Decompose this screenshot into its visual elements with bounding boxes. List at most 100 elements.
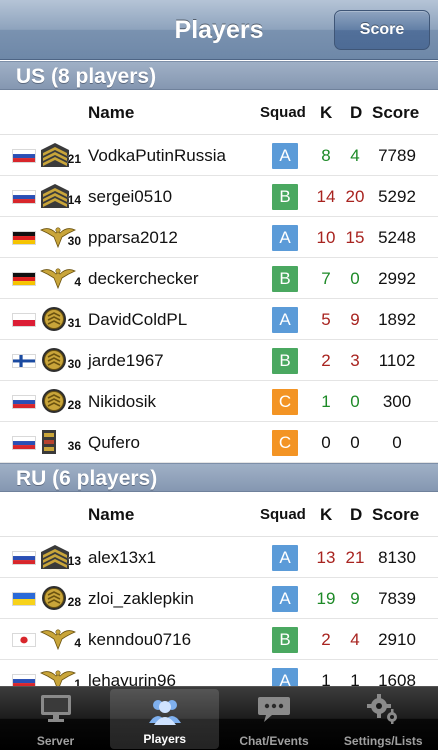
squad-badge: A — [272, 307, 298, 333]
tab-bar: Server Players Chat/Events Settings/List… — [0, 686, 438, 750]
squad-badge: A — [272, 143, 298, 169]
rank-number: 28 — [67, 595, 81, 609]
column-score: Score — [372, 103, 420, 122]
player-row[interactable]: 1 lehayurin96 A 1 1 1608 — [0, 660, 438, 686]
rank-number: 4 — [74, 275, 81, 289]
score-button[interactable]: Score — [334, 10, 430, 50]
deaths-value: 0 — [350, 433, 360, 452]
squad-badge: A — [272, 545, 298, 571]
deaths-value: 4 — [350, 146, 360, 165]
rank-number: 28 — [67, 398, 81, 412]
kills-value: 0 — [321, 433, 331, 452]
tab-chat-events[interactable]: Chat/Events — [220, 687, 329, 750]
section-header: RU (6 players) — [0, 463, 438, 492]
kills-value: 5 — [321, 310, 331, 329]
player-name: lehayurin96 — [88, 671, 176, 686]
section-header: US (8 players) — [0, 61, 438, 90]
rank-badge: 4 — [40, 626, 82, 652]
flag-ru-icon — [12, 436, 36, 450]
player-row[interactable]: 4 kenndou0716 B 2 4 2910 — [0, 619, 438, 660]
flag-jp-icon — [12, 633, 36, 647]
flag-ru-icon — [12, 149, 36, 163]
tab-settings-lists[interactable]: Settings/Lists — [329, 687, 438, 750]
tab-label: Chat/Events — [239, 734, 309, 748]
rank-badge: 28 — [40, 585, 82, 611]
rank-number: 31 — [67, 316, 81, 330]
player-name: pparsa2012 — [88, 228, 178, 247]
player-row[interactable]: 14 sergei0510 B 14 20 5292 — [0, 176, 438, 217]
rank-number: 30 — [67, 357, 81, 371]
players-list[interactable]: US (8 players) Name Squad K D Score 21 V… — [0, 61, 438, 686]
column-squad: Squad — [260, 506, 306, 523]
flag-ru-icon — [12, 395, 36, 409]
flag-ru-icon — [12, 551, 36, 565]
player-row[interactable]: 31 DavidColdPL A 5 9 1892 — [0, 299, 438, 340]
speech-bubble-icon — [256, 693, 292, 725]
player-row[interactable]: 36 Qufero C 0 0 0 — [0, 422, 438, 463]
rank-badge: 14 — [40, 183, 82, 209]
rank-number: 14 — [67, 193, 81, 207]
player-row[interactable]: 28 zloi_zaklepkin A 19 9 7839 — [0, 578, 438, 619]
column-header-row: Name Squad K D Score — [0, 492, 438, 537]
deaths-value: 9 — [350, 310, 360, 329]
player-row[interactable]: 13 alex13x1 A 13 21 8130 — [0, 537, 438, 578]
rank-number: 36 — [67, 439, 81, 453]
squad-badge: B — [272, 184, 298, 210]
rank-number: 21 — [67, 152, 81, 166]
tab-label: Server — [36, 734, 75, 748]
rank-badge: 30 — [40, 224, 82, 250]
navigation-bar: Players Score — [0, 0, 438, 60]
player-row[interactable]: 21 VodkaPutinRussia A 8 4 7789 — [0, 135, 438, 176]
score-value: 2992 — [378, 269, 416, 288]
tab-server[interactable]: Server — [1, 687, 110, 750]
rank-number: 4 — [74, 636, 81, 650]
kills-value: 10 — [316, 228, 336, 247]
rank-number: 30 — [67, 234, 81, 248]
player-name: Qufero — [88, 433, 140, 452]
kills-value: 8 — [321, 146, 331, 165]
deaths-value: 4 — [350, 630, 360, 649]
monitor-icon — [38, 693, 74, 725]
flag-de-icon — [12, 231, 36, 245]
player-name: DavidColdPL — [88, 310, 188, 329]
player-row[interactable]: 30 jarde1967 B 2 3 1102 — [0, 340, 438, 381]
rank-badge: 4 — [40, 265, 82, 291]
squad-badge: A — [272, 225, 298, 251]
column-name: Name — [88, 103, 135, 122]
rank-badge: 30 — [40, 347, 82, 373]
flag-pl-icon — [12, 313, 36, 327]
score-value: 300 — [382, 392, 412, 411]
score-value: 5292 — [378, 187, 416, 206]
player-row[interactable]: 4 deckerchecker B 7 0 2992 — [0, 258, 438, 299]
column-name: Name — [88, 505, 135, 524]
rank-badge: 28 — [40, 388, 82, 414]
kills-value: 2 — [321, 630, 331, 649]
squad-badge: A — [272, 586, 298, 612]
score-value: 2910 — [378, 630, 416, 649]
kills-value: 19 — [316, 589, 336, 608]
flag-ua-icon — [12, 592, 36, 606]
column-squad: Squad — [260, 104, 306, 121]
player-name: deckerchecker — [88, 269, 199, 288]
player-name: Nikidosik — [88, 392, 157, 411]
player-row[interactable]: 28 Nikidosik C 1 0 300 — [0, 381, 438, 422]
player-name: VodkaPutinRussia — [88, 146, 226, 165]
score-value: 1102 — [378, 351, 416, 370]
flag-ru-icon — [12, 674, 36, 686]
tab-players[interactable]: Players — [110, 689, 220, 749]
people-icon — [147, 695, 183, 727]
score-value: 7839 — [378, 589, 416, 608]
flag-fi-icon — [12, 354, 36, 368]
deaths-value: 9 — [350, 589, 360, 608]
score-value: 5248 — [378, 228, 416, 247]
flag-ru-icon — [12, 190, 36, 204]
rank-badge: 1 — [40, 667, 82, 686]
gears-icon — [365, 693, 401, 725]
squad-badge: B — [272, 627, 298, 653]
rank-badge: 13 — [40, 544, 82, 570]
squad-badge: B — [272, 266, 298, 292]
kills-value: 1 — [321, 671, 331, 686]
column-header-row: Name Squad K D Score — [0, 90, 438, 135]
player-row[interactable]: 30 pparsa2012 A 10 15 5248 — [0, 217, 438, 258]
kills-value: 14 — [316, 187, 336, 206]
